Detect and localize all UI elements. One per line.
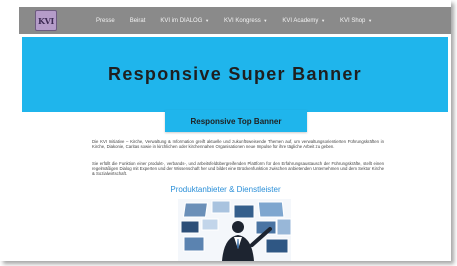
super-banner-text: Responsive Super Banner xyxy=(108,64,362,84)
top-navbar: KVI Presse Beirat KVI im DIALOG ▼ KVI Ko… xyxy=(19,7,451,34)
network-illustration xyxy=(178,199,291,261)
nav-label: Beirat xyxy=(129,17,146,24)
nav-item-kvi-im-dialog[interactable]: KVI im DIALOG ▼ xyxy=(160,18,209,24)
nav-label: KVI Kongress xyxy=(224,17,261,24)
chevron-down-icon: ▼ xyxy=(263,17,268,23)
intro-paragraph: Die KVI Initiative – Kirche, Verwaltung … xyxy=(92,139,384,150)
nav-menu: Presse Beirat KVI im DIALOG ▼ KVI Kongre… xyxy=(96,7,387,34)
super-banner-ad[interactable]: Responsive Super Banner xyxy=(22,37,448,112)
logo-text: KVI xyxy=(37,15,54,26)
chevron-down-icon: ▼ xyxy=(368,17,373,23)
business-network-image xyxy=(178,199,291,261)
nav-label: KVI Academy xyxy=(282,17,319,24)
chevron-down-icon: ▼ xyxy=(205,17,210,23)
top-banner-text: Responsive Top Banner xyxy=(190,116,282,126)
nav-label: KVI im DIALOG xyxy=(160,17,203,24)
nav-item-kvi-kongress[interactable]: KVI Kongress ▼ xyxy=(224,18,267,24)
top-banner-ad[interactable]: Responsive Top Banner xyxy=(165,110,307,132)
section-heading: Produktanbieter & Dienstleister xyxy=(170,185,281,194)
browser-frame: KVI Presse Beirat KVI im DIALOG ▼ KVI Ko… xyxy=(0,0,451,261)
nav-item-kvi-shop[interactable]: KVI Shop ▼ xyxy=(340,18,372,24)
kvi-logo[interactable]: KVI xyxy=(35,10,57,31)
nav-label: KVI Shop xyxy=(340,17,366,24)
nav-item-beirat[interactable]: Beirat xyxy=(130,18,146,24)
nav-item-kvi-academy[interactable]: KVI Academy ▼ xyxy=(282,18,325,24)
nav-label: Presse xyxy=(96,17,115,24)
nav-item-presse[interactable]: Presse xyxy=(96,18,115,24)
chevron-down-icon: ▼ xyxy=(321,17,326,23)
platform-paragraph: Sie erfüllt die Funktion einer produkt-,… xyxy=(92,161,384,177)
